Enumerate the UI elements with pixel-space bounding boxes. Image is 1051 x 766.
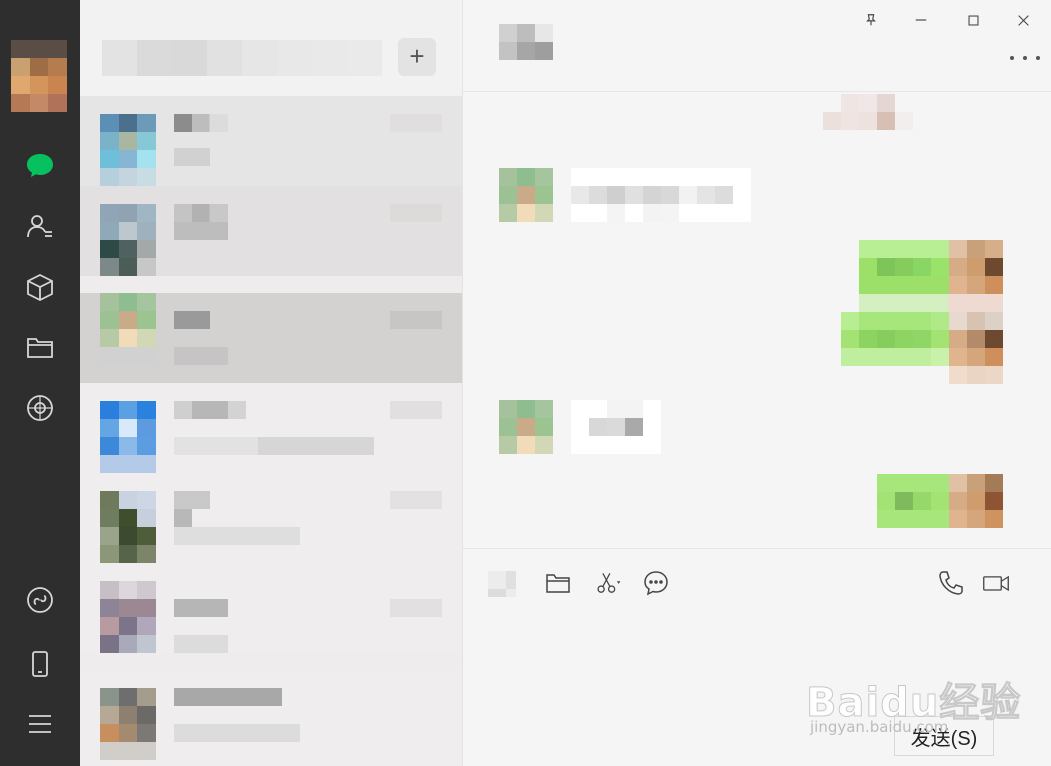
nav-phone[interactable] xyxy=(20,644,60,684)
message-separator-blurred xyxy=(859,294,1003,312)
avatar xyxy=(100,491,156,563)
contact-name-blurred xyxy=(174,688,282,706)
emoji-button[interactable] xyxy=(485,567,519,599)
more-options-button[interactable] xyxy=(1010,48,1040,68)
send-button[interactable]: 发送(S) xyxy=(894,716,994,756)
avatar xyxy=(499,400,553,454)
favorites-icon xyxy=(27,273,53,302)
maximize-icon xyxy=(968,15,978,25)
search-input[interactable] xyxy=(102,40,382,76)
timestamp-blurred xyxy=(390,311,442,329)
nav-moments[interactable] xyxy=(20,388,60,428)
mini-program-icon xyxy=(27,587,53,613)
timestamp-blurred xyxy=(390,401,442,419)
more-dot xyxy=(1036,56,1040,60)
message-bubble-self xyxy=(877,474,949,528)
avatar xyxy=(100,114,156,186)
conversation-item[interactable] xyxy=(80,670,462,766)
contact-name-blurred xyxy=(174,311,210,329)
nav-mini-program[interactable] xyxy=(20,580,60,620)
message-preview-blurred xyxy=(174,635,228,653)
pin-button[interactable] xyxy=(859,8,883,32)
files-icon xyxy=(27,338,53,358)
minimize-button[interactable] xyxy=(909,8,933,32)
emoji-icon xyxy=(488,571,516,597)
chat-title-blurred xyxy=(499,24,553,60)
contact-name-blurred xyxy=(174,509,192,527)
conversation-list: + xyxy=(80,0,462,766)
avatar xyxy=(100,401,156,473)
contact-name-blurred xyxy=(174,599,228,617)
message-bubble-self xyxy=(841,312,949,366)
contact-name-blurred xyxy=(174,204,228,222)
contact-name-blurred xyxy=(174,401,246,419)
message-timestamp-blurred xyxy=(823,94,913,130)
conversation-item[interactable] xyxy=(80,96,462,186)
folder-icon xyxy=(546,574,570,593)
avatar xyxy=(949,240,1003,294)
avatar xyxy=(949,312,1003,384)
more-dot xyxy=(1010,56,1014,60)
timestamp-blurred xyxy=(390,204,442,222)
close-icon xyxy=(1017,14,1029,26)
chat-toolbar xyxy=(463,548,1051,618)
contacts-icon xyxy=(27,215,52,238)
chat-panel: 发送(S) xyxy=(462,0,1051,766)
nav-contacts[interactable] xyxy=(20,206,60,246)
contact-name-blurred xyxy=(174,114,228,132)
avatar xyxy=(100,688,156,760)
video-call-button[interactable] xyxy=(978,567,1014,599)
voice-call-icon xyxy=(939,571,963,595)
nav-favorites[interactable] xyxy=(20,267,60,307)
pin-icon xyxy=(866,14,876,26)
message-bubble-other xyxy=(571,400,661,454)
message-preview-blurred xyxy=(174,347,228,365)
timestamp-blurred xyxy=(390,599,442,617)
message-bubble-self xyxy=(859,240,949,294)
avatar xyxy=(499,168,553,222)
add-button[interactable]: + xyxy=(398,38,436,76)
screenshot-button[interactable] xyxy=(591,567,627,599)
message-preview-blurred xyxy=(174,724,300,742)
conversation-item[interactable] xyxy=(80,383,462,473)
chat-header xyxy=(463,0,1051,92)
avatar xyxy=(100,293,156,365)
message-preview-blurred xyxy=(174,222,228,240)
conversation-item[interactable] xyxy=(80,563,462,653)
nav-chat[interactable] xyxy=(20,145,60,185)
phone-icon xyxy=(32,651,48,677)
message-preview-blurred xyxy=(174,437,374,455)
scissors-icon xyxy=(597,573,621,593)
voice-call-button[interactable] xyxy=(935,567,967,599)
chat-icon xyxy=(27,154,53,177)
nav-files[interactable] xyxy=(20,327,60,367)
chat-history-button[interactable] xyxy=(640,567,672,599)
nav-menu[interactable] xyxy=(20,704,60,744)
conversation-item[interactable] xyxy=(80,186,462,276)
avatar xyxy=(100,581,156,653)
chat-history-icon xyxy=(644,571,668,596)
conversation-item[interactable] xyxy=(80,473,462,563)
search-row: + xyxy=(80,0,462,96)
timestamp-blurred xyxy=(390,114,442,132)
message-bubble-other xyxy=(571,168,751,222)
moments-icon xyxy=(27,395,53,421)
contact-name-blurred xyxy=(174,491,210,509)
timestamp-blurred xyxy=(390,491,442,509)
menu-icon xyxy=(29,715,51,733)
send-file-button[interactable] xyxy=(542,567,574,599)
message-input[interactable] xyxy=(483,620,1033,710)
avatar xyxy=(949,474,1003,528)
more-dot xyxy=(1023,56,1027,60)
message-preview-blurred xyxy=(174,148,210,166)
avatar xyxy=(100,204,156,276)
message-preview-blurred xyxy=(174,527,300,545)
user-avatar[interactable] xyxy=(11,40,67,112)
minimize-icon xyxy=(915,19,927,21)
left-sidebar xyxy=(0,0,80,766)
video-call-icon xyxy=(983,575,1009,592)
close-button[interactable] xyxy=(1011,8,1035,32)
conversation-item-selected[interactable] xyxy=(80,293,462,383)
maximize-button[interactable] xyxy=(961,8,985,32)
